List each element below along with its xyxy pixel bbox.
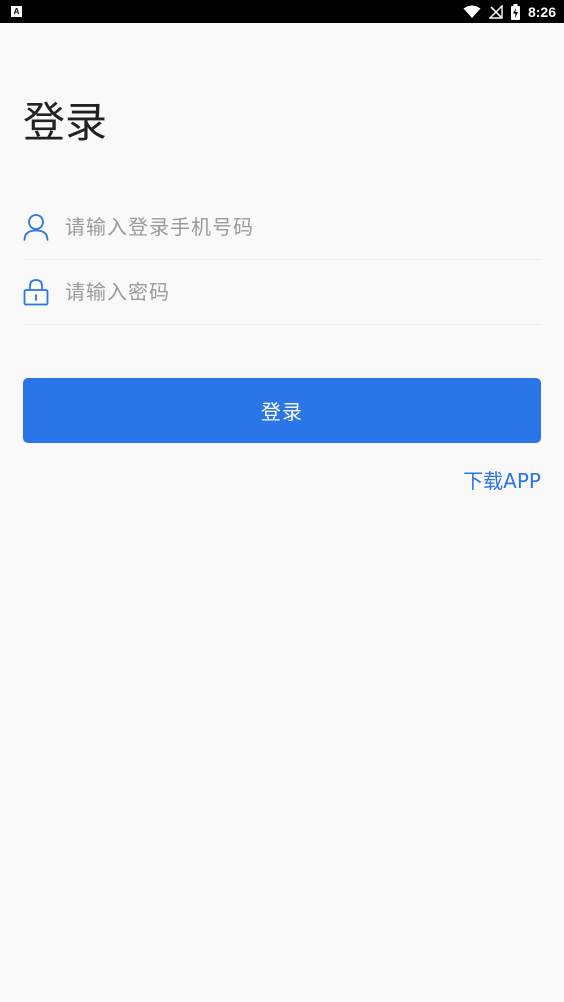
notification-app-icon: A <box>11 6 22 17</box>
login-button[interactable]: 登录 <box>23 378 541 443</box>
phone-field <box>23 195 541 260</box>
download-app-link[interactable]: 下载APP <box>463 465 541 494</box>
page-title: 登录 <box>23 98 108 147</box>
battery-charging-icon <box>510 3 520 20</box>
status-time: 8:26 <box>527 3 556 20</box>
no-signal-icon <box>488 4 503 19</box>
status-icons: 8:26 <box>463 0 556 23</box>
password-field <box>23 260 541 325</box>
user-icon <box>23 213 49 241</box>
password-input[interactable] <box>65 280 525 304</box>
phone-input[interactable] <box>65 215 525 239</box>
wifi-icon <box>463 5 481 18</box>
status-bar: A 8:26 <box>0 0 564 23</box>
lock-icon <box>23 278 49 306</box>
